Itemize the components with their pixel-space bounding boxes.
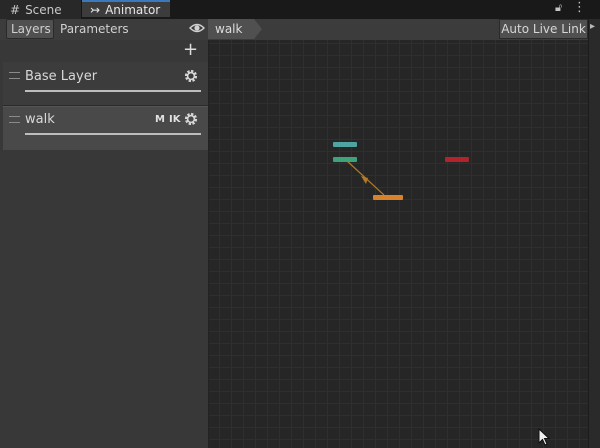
mouse-cursor-icon (538, 428, 550, 446)
state-machine-graph[interactable] (209, 40, 588, 448)
gear-icon[interactable] (184, 69, 198, 83)
layer-name: walk (25, 112, 55, 127)
layer-weight-slider[interactable] (25, 90, 201, 92)
exit-node[interactable] (445, 157, 469, 162)
any-state-node[interactable] (333, 142, 357, 147)
layer-name: Base Layer (25, 69, 98, 84)
tab-animator-label: Animator (105, 2, 161, 17)
breadcrumb[interactable]: walk (208, 19, 262, 39)
lock-icon[interactable]: 🔓︎ (555, 1, 562, 15)
kebab-menu-icon[interactable]: ⋮ (573, 0, 586, 15)
grid-icon: # (10, 2, 21, 17)
eye-icon[interactable] (189, 21, 205, 35)
tab-scene-label: Scene (25, 2, 62, 17)
drag-handle-icon[interactable] (9, 116, 20, 123)
parameters-tab-button[interactable]: Parameters (56, 19, 129, 39)
animator-icon: ↣ (90, 2, 101, 17)
auto-live-link-button[interactable]: Auto Live Link (499, 19, 588, 39)
gear-icon[interactable] (184, 112, 198, 126)
collapse-icon[interactable]: ▸ (590, 21, 595, 32)
right-sidebar-strip (588, 19, 600, 448)
mask-badge: M (155, 114, 165, 125)
tab-scene[interactable]: # Scene (0, 0, 82, 19)
layer-weight-slider[interactable] (25, 133, 201, 135)
entry-node[interactable] (333, 157, 357, 162)
add-layer-button[interactable]: + (183, 40, 198, 60)
drag-handle-icon[interactable] (9, 72, 20, 79)
ik-badge: IK (169, 114, 181, 125)
default-state-node[interactable] (373, 195, 403, 200)
layer-item-base[interactable]: Base Layer (3, 62, 208, 106)
tab-animator[interactable]: ↣ Animator (82, 0, 170, 17)
layer-item-walk[interactable]: walk M IK (3, 106, 208, 150)
layers-tab-button[interactable]: Layers (6, 19, 54, 39)
